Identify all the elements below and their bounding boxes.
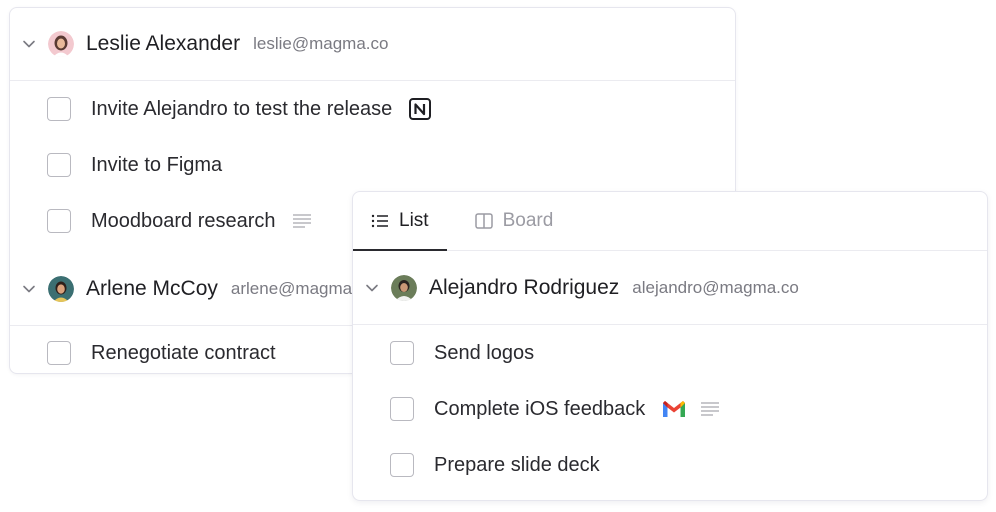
group-header-alejandro[interactable]: Alejandro Rodriguez alejandro@magma.co — [353, 251, 987, 325]
task-label[interactable]: Moodboard research — [91, 210, 276, 233]
avatar — [391, 274, 417, 301]
list-item: Invite Alejandro to test the release — [10, 81, 735, 137]
list-view-card: List Board Alejandro Rodriguez alejandro… — [352, 191, 988, 501]
task-label[interactable]: Send logos — [434, 342, 534, 365]
person-email: leslie@magma.co — [253, 34, 389, 53]
view-tabs: List Board — [353, 192, 987, 251]
task-checkbox[interactable] — [47, 97, 71, 121]
task-checkbox[interactable] — [390, 341, 414, 365]
person-name: Leslie Alexander — [86, 32, 241, 55]
person-email: alejandro@magma.co — [632, 277, 799, 297]
task-checkbox[interactable] — [47, 341, 71, 365]
board-icon — [474, 213, 493, 229]
task-label[interactable]: Invite Alejandro to test the release — [91, 98, 392, 121]
chevron-down-icon[interactable] — [22, 282, 36, 296]
avatar — [48, 31, 74, 57]
avatar — [48, 276, 74, 302]
tab-list[interactable]: List — [353, 192, 447, 251]
tab-label: List — [399, 210, 429, 231]
list-icon — [371, 213, 389, 229]
chevron-down-icon[interactable] — [365, 281, 379, 295]
description-lines-icon — [700, 401, 720, 417]
tab-label: Board — [502, 210, 554, 231]
list-item: Complete iOS feedback — [353, 381, 987, 437]
task-checkbox[interactable] — [47, 209, 71, 233]
task-checkbox[interactable] — [390, 397, 414, 421]
person-name: Arlene McCoy — [86, 277, 218, 300]
task-board-stage: Leslie Alexander leslie@magma.co Invite … — [0, 0, 996, 512]
chevron-down-icon[interactable] — [22, 37, 36, 51]
notion-icon[interactable] — [408, 97, 432, 121]
group-header-leslie[interactable]: Leslie Alexander leslie@magma.co — [10, 8, 735, 81]
tab-board[interactable]: Board — [447, 192, 572, 250]
list-item: Send logos — [353, 325, 987, 381]
gmail-icon[interactable] — [661, 399, 687, 419]
description-lines-icon — [292, 213, 312, 229]
list-item: Invite to Figma — [10, 137, 735, 193]
task-label[interactable]: Complete iOS feedback — [434, 398, 645, 421]
task-label[interactable]: Prepare slide deck — [434, 454, 600, 477]
task-label[interactable]: Invite to Figma — [91, 154, 222, 177]
list-item: Prepare slide deck — [353, 437, 987, 493]
task-label[interactable]: Renegotiate contract — [91, 342, 276, 365]
task-checkbox[interactable] — [47, 153, 71, 177]
person-name: Alejandro Rodriguez — [429, 275, 620, 299]
task-checkbox[interactable] — [390, 453, 414, 477]
